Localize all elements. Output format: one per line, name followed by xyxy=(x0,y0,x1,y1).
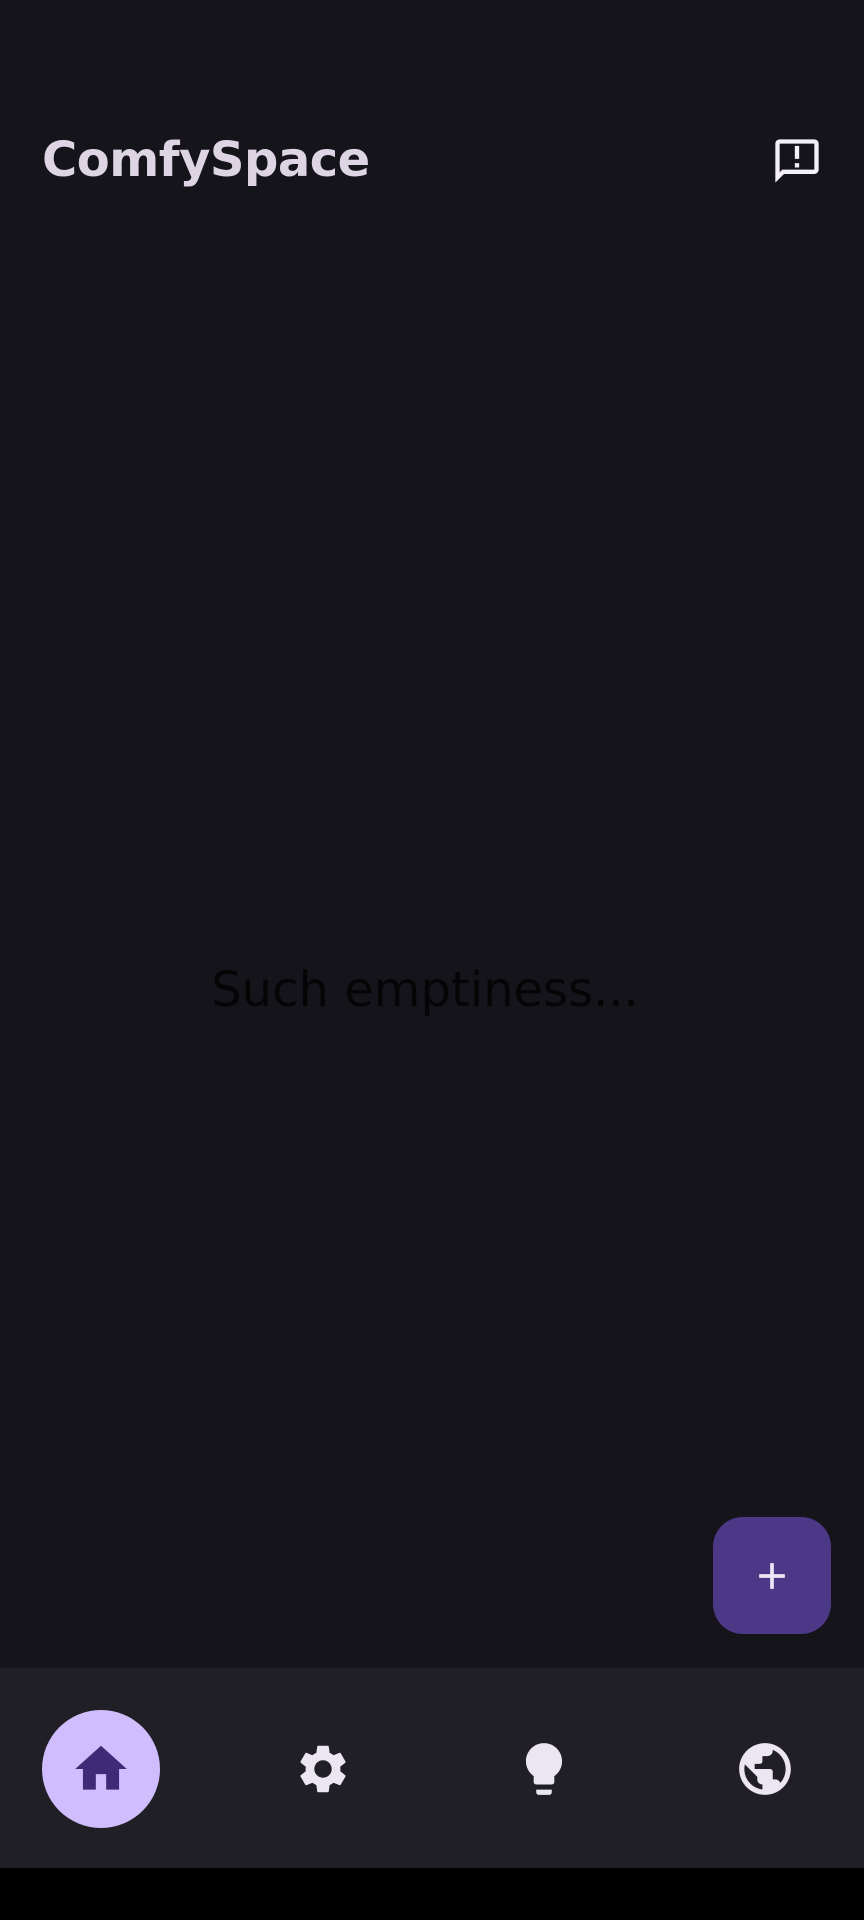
system-navigation-bar xyxy=(0,1868,864,1920)
nav-item-settings[interactable] xyxy=(264,1710,382,1828)
nav-item-home[interactable] xyxy=(42,1710,160,1828)
feedback-button[interactable] xyxy=(762,130,832,192)
home-icon xyxy=(75,1745,127,1790)
bottom-navigation xyxy=(0,1668,864,1868)
feedback-icon xyxy=(775,139,819,183)
empty-state-message: Such emptiness... xyxy=(211,962,639,1018)
gear-icon xyxy=(300,1745,346,1793)
nav-item-ideas[interactable] xyxy=(485,1710,603,1828)
app-bar: ComfySpace xyxy=(0,0,864,220)
lightbulb-icon xyxy=(525,1743,563,1795)
add-icon xyxy=(759,1562,785,1589)
app-title: ComfySpace xyxy=(42,132,370,188)
globe-icon xyxy=(739,1743,791,1795)
add-button[interactable] xyxy=(713,1517,831,1634)
nav-item-web[interactable] xyxy=(706,1710,824,1828)
